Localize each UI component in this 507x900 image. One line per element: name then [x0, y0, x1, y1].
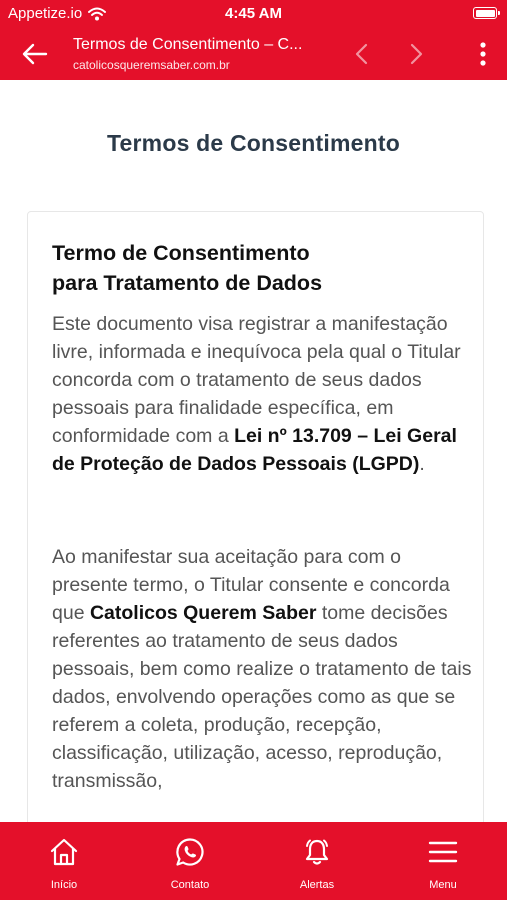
page-tab-title: Termos de Consentimento – C...	[73, 36, 303, 53]
arrow-left-icon[interactable]	[20, 40, 50, 68]
card-heading-line2: para Tratamento de Dados	[52, 271, 323, 295]
consent-card: Termo de Consentimento para Tratamento de…	[27, 211, 484, 822]
page-title: Termos de Consentimento	[107, 130, 400, 156]
paragraph-2-bold: Catolicos Querem Saber	[89, 602, 317, 624]
web-content[interactable]: Termos de Consentimento Termo de Consent…	[0, 80, 507, 822]
hamburger-icon	[428, 841, 458, 863]
paragraph-1-end: .	[419, 453, 425, 475]
battery-icon	[473, 7, 500, 19]
bottom-tab-bar: Início Contato Alertas Menu	[0, 822, 507, 900]
tab-home[interactable]: Início	[14, 822, 114, 900]
more-vertical-icon[interactable]	[472, 40, 494, 68]
chevron-left-icon[interactable]	[350, 41, 374, 67]
browser-toolbar: Termos de Consentimento – C... catolicos…	[0, 28, 507, 80]
paragraph-1: Este documento visa registrar a manifest…	[52, 310, 472, 478]
page-url: catolicosqueremsaber.com.br	[73, 58, 230, 72]
tab-alerts-label: Alertas	[299, 879, 335, 891]
status-bar: Appetize.io 4:45 AM	[0, 0, 507, 28]
card-heading-line1: Termo de Consentimento	[52, 241, 310, 265]
paragraph-2: Ao manifestar sua aceitação para com o p…	[52, 543, 472, 795]
tab-contact[interactable]: Contato	[140, 822, 240, 900]
card-heading: Termo de Consentimento para Tratamento de…	[52, 238, 472, 298]
tab-menu-label: Menu	[429, 879, 457, 891]
chevron-right-icon[interactable]	[404, 41, 428, 67]
tab-alerts[interactable]: Alertas	[267, 822, 367, 900]
bell-icon	[305, 839, 329, 865]
whatsapp-icon	[176, 838, 204, 866]
tab-contact-label: Contato	[170, 879, 210, 891]
paragraph-2-text-b: tome decisões referentes ao tratamento d…	[52, 602, 472, 792]
tab-menu[interactable]: Menu	[393, 822, 493, 900]
status-time: 4:45 AM	[225, 5, 282, 22]
tab-home-label: Início	[50, 879, 78, 891]
home-icon	[50, 838, 78, 866]
